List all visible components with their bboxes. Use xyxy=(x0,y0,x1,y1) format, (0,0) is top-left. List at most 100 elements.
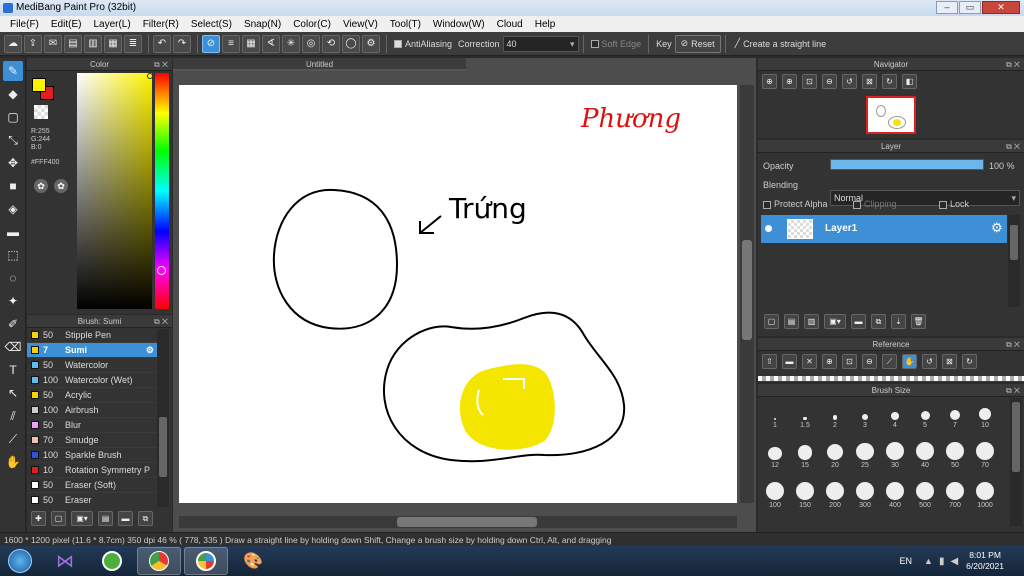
fit-icon[interactable]: ⊡ xyxy=(842,354,857,369)
taskbar-visual-studio[interactable]: ⋈ xyxy=(43,547,87,575)
brush-size-option[interactable]: 500 xyxy=(910,478,940,509)
create-straight-line-button[interactable]: ╱ Create a straight line xyxy=(730,35,831,53)
sv-cursor[interactable] xyxy=(147,73,153,79)
brush-size-option[interactable]: 4 xyxy=(880,398,910,429)
brush-item[interactable]: 10 Rotation Symmetry P xyxy=(27,463,157,478)
page-icon[interactable]: ▥ xyxy=(84,34,102,53)
close-reference-icon[interactable]: ✕ xyxy=(802,354,817,369)
taskbar-app-green[interactable] xyxy=(90,547,134,575)
brush-tool-icon[interactable]: ✎ xyxy=(3,61,23,81)
horizontal-scrollbar[interactable] xyxy=(179,516,737,528)
menu-file[interactable]: File(F) xyxy=(4,19,45,30)
brush-size-option[interactable]: 12 xyxy=(760,438,790,469)
bucket-tool-icon[interactable]: ◈ xyxy=(3,199,23,219)
menu-tool[interactable]: Tool(T) xyxy=(384,19,427,30)
brush-item[interactable]: 50 Stipple Pen xyxy=(27,328,157,343)
document-tab[interactable]: Untitled xyxy=(173,58,466,71)
brush-item[interactable]: 50 Acrylic xyxy=(27,388,157,403)
import-icon[interactable]: ⇪ xyxy=(762,354,777,369)
angle-snap-icon[interactable]: ∢ xyxy=(262,34,280,53)
fill-shape-tool-icon[interactable]: ■ xyxy=(3,176,23,196)
layer-scrollbar[interactable] xyxy=(1008,215,1020,307)
brush-size-option[interactable]: 2 xyxy=(820,398,850,429)
reset-view-icon[interactable]: ⊠ xyxy=(942,354,957,369)
merge-down-icon[interactable]: ⇣ xyxy=(891,314,906,329)
volume-icon[interactable]: ◀ xyxy=(950,556,958,567)
palette-icon[interactable]: ✿ xyxy=(34,179,48,193)
zoom-out-icon[interactable]: ⊖ xyxy=(822,74,837,89)
start-button[interactable] xyxy=(0,547,40,575)
brush-size-scrollbar[interactable] xyxy=(1010,398,1022,526)
panel-options-icon[interactable]: ⧉ ✕ xyxy=(1006,338,1020,351)
menu-view[interactable]: View(V) xyxy=(337,19,384,30)
brush-size-option[interactable]: 700 xyxy=(940,478,970,509)
zoom-in-icon[interactable]: ⊕ xyxy=(822,354,837,369)
transparent-swatch[interactable] xyxy=(34,105,48,119)
protect-alpha-checkbox[interactable]: Protect Alpha xyxy=(763,199,828,209)
taskbar-paint[interactable]: 🎨 xyxy=(231,547,275,575)
layer-row[interactable]: Layer1 ⚙ xyxy=(761,215,1007,243)
minimize-button[interactable]: – xyxy=(936,1,958,14)
ellipse-snap-icon[interactable]: ◯ xyxy=(342,34,360,53)
move-tool-icon[interactable]: ⤡ xyxy=(3,130,23,150)
clipping-checkbox[interactable]: Clipping xyxy=(853,199,897,209)
brush-item[interactable]: 100 Sparkle Brush xyxy=(27,448,157,463)
brush-size-option[interactable]: 15 xyxy=(790,438,820,469)
hand-tool-icon[interactable]: ✋ xyxy=(3,452,23,472)
brush-size-option[interactable]: 25 xyxy=(850,438,880,469)
open-folder-icon[interactable]: ▬ xyxy=(782,354,797,369)
taskbar-medibang[interactable] xyxy=(184,547,228,575)
menu-help[interactable]: Help xyxy=(529,19,562,30)
fit-icon[interactable]: ⊡ xyxy=(802,74,817,89)
antialiasing-checkbox[interactable]: AntiAliasing xyxy=(394,39,452,49)
curve-snap-icon[interactable]: ⟲ xyxy=(322,34,340,53)
panel-options-icon[interactable]: ⧉ ✕ xyxy=(1006,140,1020,153)
network-icon[interactable]: ▮ xyxy=(939,556,945,567)
brush-size-option[interactable]: 100 xyxy=(760,478,790,509)
circle-snap-icon[interactable]: ◎ xyxy=(302,34,320,53)
navigator-preview[interactable] xyxy=(866,96,916,134)
menu-color[interactable]: Color(C) xyxy=(287,19,337,30)
new-8bit-layer-icon[interactable]: ▥ xyxy=(804,314,819,329)
gradient-tool-icon[interactable]: ▬ xyxy=(3,222,23,242)
share-icon[interactable]: ⇪ xyxy=(24,34,42,53)
brush-size-option[interactable]: 400 xyxy=(880,478,910,509)
eyedropper-icon[interactable]: ⟋ xyxy=(882,354,897,369)
rotate-left-icon[interactable]: ↺ xyxy=(842,74,857,89)
flip-icon[interactable]: ◧ xyxy=(902,74,917,89)
brush-item[interactable]: 50 Blur xyxy=(27,418,157,433)
rotate-right-icon[interactable]: ↻ xyxy=(882,74,897,89)
brush-size-option[interactable]: 1000 xyxy=(970,478,1000,509)
menu-snap[interactable]: Snap(N) xyxy=(238,19,287,30)
layer-visibility-icon[interactable] xyxy=(765,225,772,232)
parallel-snap-icon[interactable]: ≡ xyxy=(222,34,240,53)
select-eraser-tool-icon[interactable]: ⌫ xyxy=(3,337,23,357)
brush-size-option[interactable]: 7 xyxy=(940,398,970,429)
panel-options-icon[interactable]: ⧉ ✕ xyxy=(154,315,168,328)
snap-off-icon[interactable]: ⊘ xyxy=(202,34,220,53)
add-brush-icon[interactable]: ✚ xyxy=(31,511,46,526)
new-brush-icon[interactable]: ▢ xyxy=(51,511,66,526)
menu-window[interactable]: Window(W) xyxy=(427,19,491,30)
close-button[interactable]: ✕ xyxy=(982,1,1020,14)
maximize-button[interactable]: ▭ xyxy=(959,1,981,14)
panel-options-icon[interactable]: ⧉ ✕ xyxy=(1006,384,1020,397)
select-pen-tool-icon[interactable]: ✐ xyxy=(3,314,23,334)
menu-select[interactable]: Select(S) xyxy=(185,19,238,30)
panel-options-icon[interactable]: ⧉ ✕ xyxy=(154,58,168,71)
brush-item[interactable]: 50 Eraser xyxy=(27,493,157,506)
zoom-in-icon[interactable]: ⊕ xyxy=(762,74,777,89)
new-halftone-layer-icon[interactable]: ▤ xyxy=(784,314,799,329)
brush-size-option[interactable]: 150 xyxy=(790,478,820,509)
drawing-canvas[interactable]: Trứng Phương xyxy=(179,85,737,503)
brush-size-option[interactable]: 3 xyxy=(850,398,880,429)
zoom-in-alt-icon[interactable]: ⊕ xyxy=(782,74,797,89)
divide-tool-icon[interactable]: ⫽ xyxy=(3,406,23,426)
magic-wand-tool-icon[interactable]: ✦ xyxy=(3,291,23,311)
brush-size-option[interactable]: 10 xyxy=(970,398,1000,429)
menu-layer[interactable]: Layer(L) xyxy=(87,19,136,30)
brush-size-option[interactable]: 30 xyxy=(880,438,910,469)
grid-snap-icon[interactable]: ▦ xyxy=(242,34,260,53)
zoom-out-icon[interactable]: ⊖ xyxy=(862,354,877,369)
folder-icon[interactable]: ▬ xyxy=(851,314,866,329)
